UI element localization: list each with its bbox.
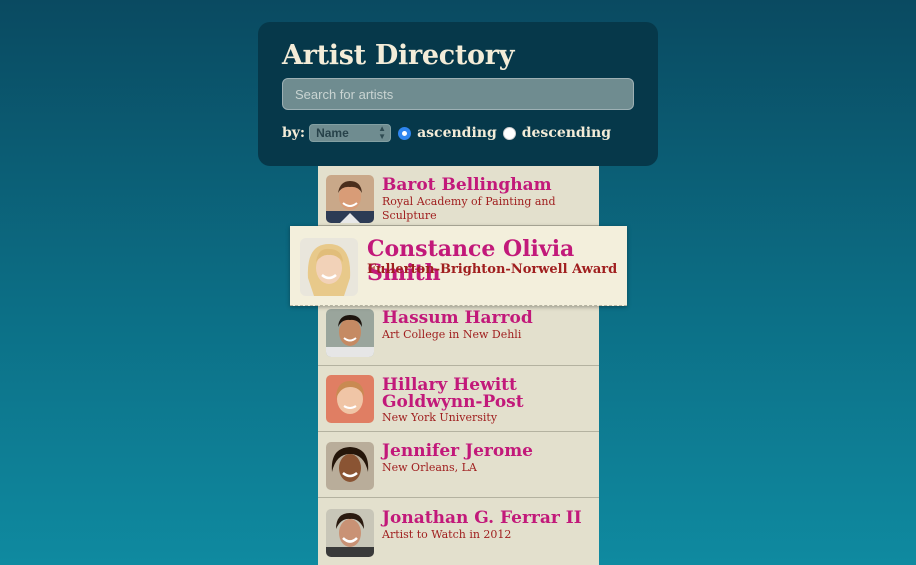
sort-controls: by: Name ▲ ▼ ascending descending <box>282 123 634 143</box>
artist-subtitle: Royal Academy of Painting and Sculpture <box>382 195 556 222</box>
list-item-highlighted[interactable]: Constance Olivia Smith Fullerton-Brighto… <box>290 226 627 306</box>
artist-name: Hillary Hewitt Goldwynn-Post <box>382 375 524 412</box>
sort-by-label: by: <box>282 125 306 141</box>
page-title: Artist Directory <box>282 40 515 71</box>
artist-subtitle: Artist to Watch in 2012 <box>382 528 512 541</box>
avatar <box>326 175 374 223</box>
avatar <box>326 509 374 557</box>
avatar <box>326 375 374 423</box>
ascending-radio[interactable] <box>398 126 412 140</box>
artist-name: Jennifer Jerome <box>382 441 533 461</box>
list-item[interactable]: Hassum Harrod Art College in New Dehli <box>318 305 599 366</box>
artist-name: Hassum Harrod <box>382 308 533 328</box>
avatar <box>300 238 358 296</box>
list-item[interactable]: Hillary Hewitt Goldwynn-Post New York Un… <box>318 366 599 432</box>
sort-field-select[interactable]: Name ▲ ▼ <box>309 124 392 142</box>
list-item[interactable]: Jonathan G. Ferrar II Artist to Watch in… <box>318 498 599 565</box>
directory-header: Artist Directory by: Name ▲▼ ascending d… <box>258 22 658 166</box>
list-item[interactable]: Jennifer Jerome New Orleans, LA <box>318 432 599 498</box>
artist-subtitle: New York University <box>382 411 498 424</box>
search-input[interactable] <box>282 78 634 110</box>
sort-field-value: Name <box>316 126 349 140</box>
list-item[interactable]: Barot Bellingham Royal Academy of Painti… <box>318 166 599 226</box>
artist-subtitle: New Orleans, LA <box>382 461 477 474</box>
avatar <box>326 442 374 490</box>
descending-radio[interactable] <box>502 126 516 140</box>
select-arrows-icon: ▲ ▼ <box>378 124 387 141</box>
artist-name: Barot Bellingham <box>382 175 552 195</box>
ascending-label[interactable]: ascending <box>417 125 497 141</box>
artist-subtitle: Art College in New Dehli <box>382 328 522 341</box>
avatar <box>326 309 374 357</box>
artist-name: Jonathan G. Ferrar II <box>382 508 582 528</box>
artist-subtitle: Fullerton-Brighton-Norwell Award <box>367 262 618 277</box>
descending-label[interactable]: descending <box>522 125 611 141</box>
